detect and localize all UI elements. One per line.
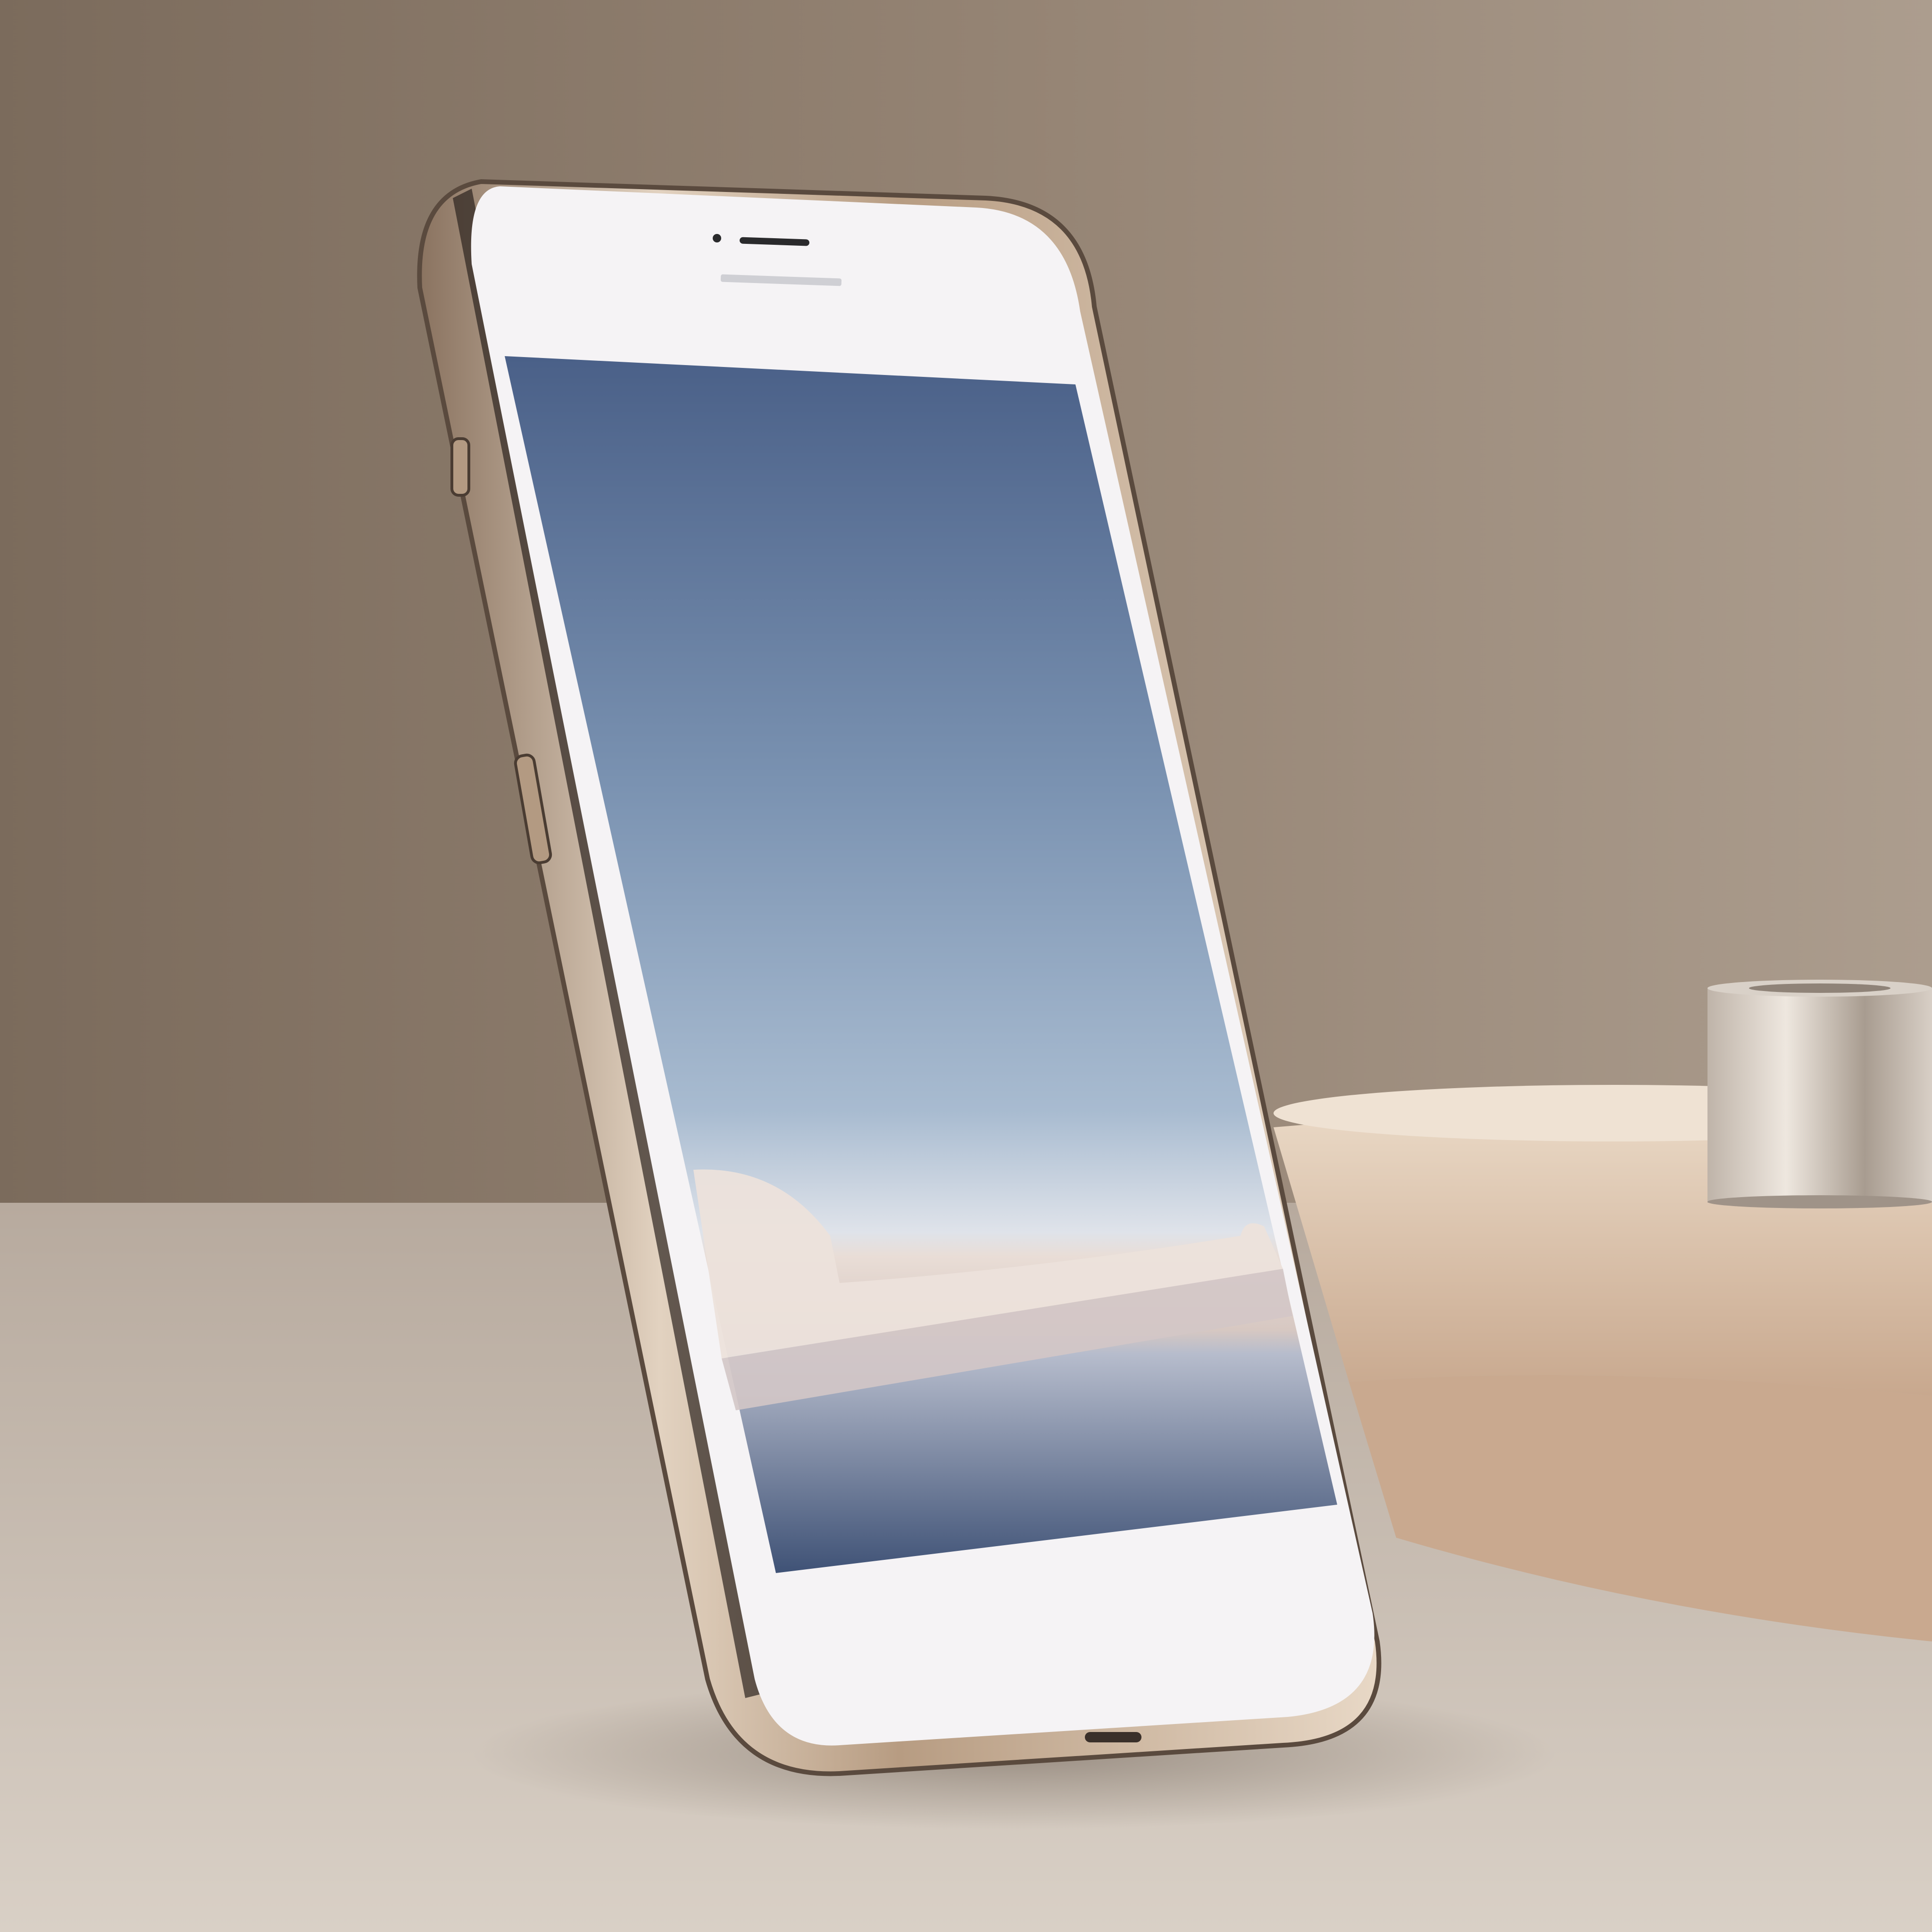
charging-port-icon — [1085, 1732, 1141, 1742]
product-photo-scene — [0, 0, 1932, 1932]
metal-cylinder — [1707, 980, 1932, 1208]
front-camera-icon — [713, 234, 721, 242]
side-button-icon — [450, 437, 470, 497]
